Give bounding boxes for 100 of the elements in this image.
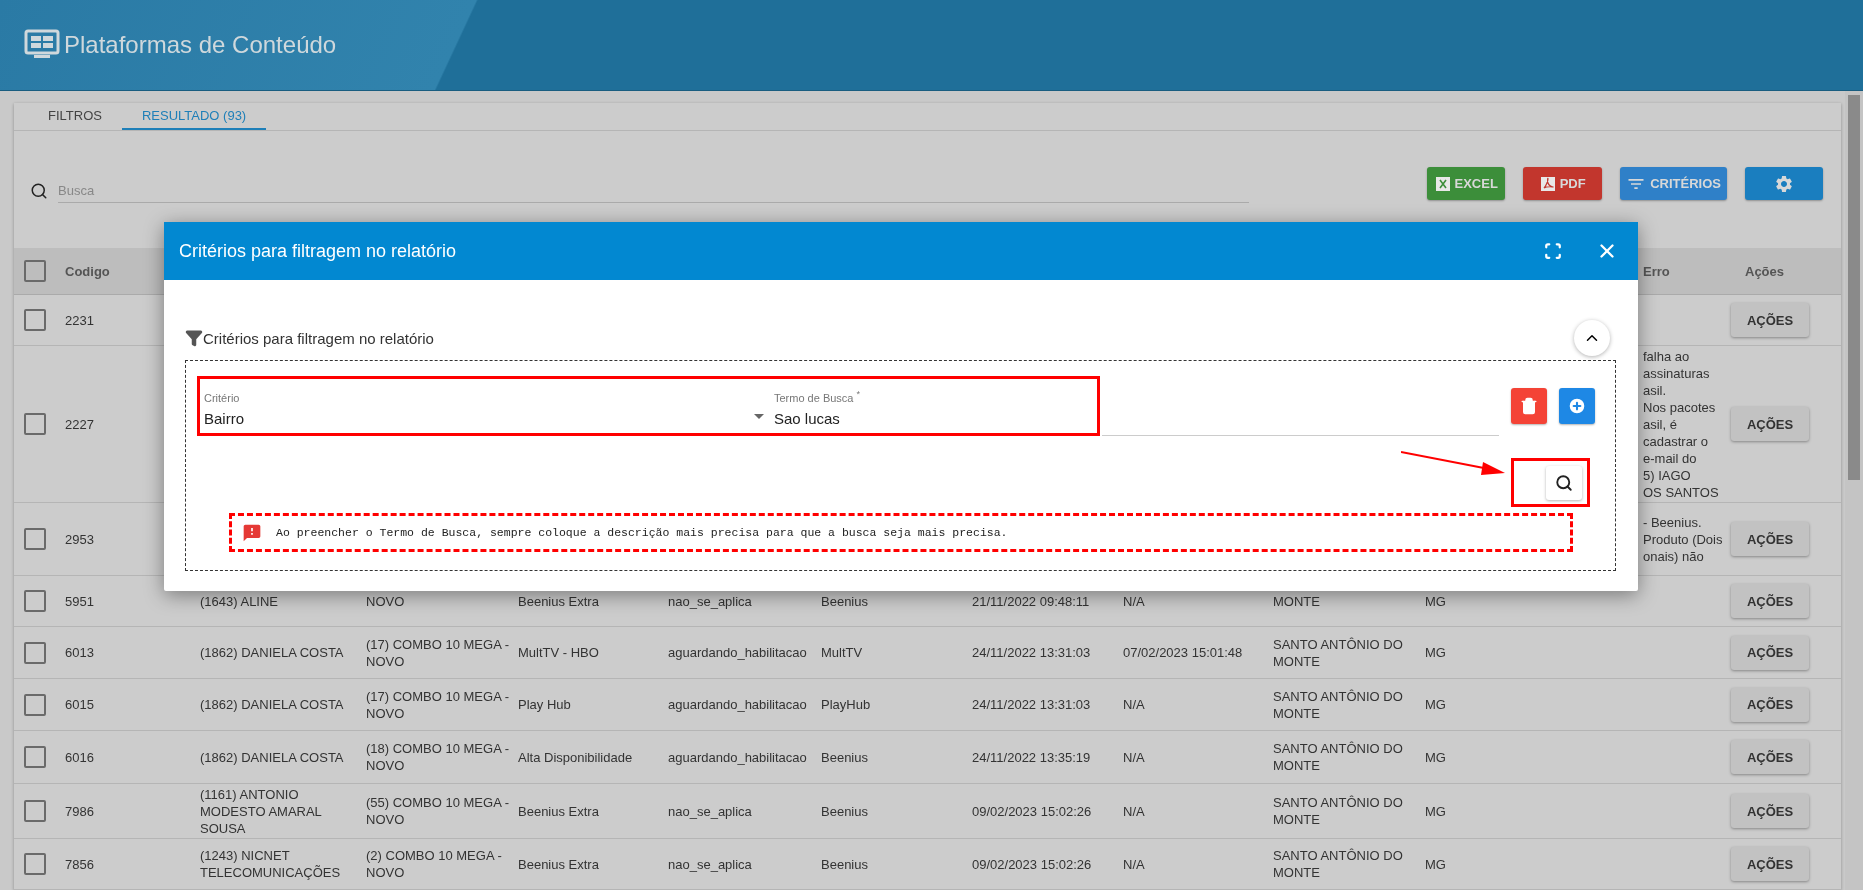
table-cell-text: SANTO ANTÔNIO DO MONTE bbox=[1273, 635, 1404, 670]
table-cell-text: 2953 bbox=[65, 530, 95, 548]
actions-button[interactable]: AÇÕES bbox=[1731, 407, 1809, 441]
table-cell-text: N/A bbox=[1123, 592, 1146, 610]
row-checkbox[interactable] bbox=[24, 590, 46, 612]
warning-message-icon bbox=[242, 522, 262, 543]
search-icon bbox=[30, 181, 48, 200]
table-cell-text: MG bbox=[1425, 696, 1447, 713]
table-cell-text: Beenius bbox=[821, 802, 869, 820]
monitor-icon bbox=[24, 29, 60, 61]
row-checkbox[interactable] bbox=[24, 746, 46, 768]
table-cell-text: nao_se_aplica bbox=[668, 592, 753, 610]
table-cell-text: (18) COMBO 10 MEGA - NOVO bbox=[366, 740, 511, 774]
dropdown-arrow-icon bbox=[754, 413, 764, 419]
add-button[interactable] bbox=[1559, 387, 1595, 424]
actions-button[interactable]: AÇÕES bbox=[1731, 635, 1809, 670]
table-cell-text: (17) COMBO 10 MEGA - NOVO bbox=[366, 635, 511, 670]
settings-icon bbox=[1774, 173, 1794, 194]
search-button[interactable] bbox=[1546, 465, 1582, 500]
table-cell-text: (1243) NICNET TELECOMUNICAÇÕES bbox=[200, 847, 342, 881]
table-cell-text: 24/11/2022 13:35:19 bbox=[972, 748, 1092, 766]
table-cell-text: (1161) ANTONIO MODESTO AMARAL SOUSA bbox=[200, 785, 323, 837]
plus-icon bbox=[1567, 395, 1587, 416]
table-cell-text: N/A bbox=[1123, 802, 1146, 820]
actions-button[interactable]: AÇÕES bbox=[1731, 740, 1809, 774]
table-cell-text: MG bbox=[1425, 748, 1447, 766]
table-cell-text: SANTO ANTÔNIO DO MONTE bbox=[1273, 847, 1404, 881]
table-cell-text: MultTV bbox=[821, 644, 864, 661]
fullscreen-button[interactable] bbox=[1544, 242, 1562, 260]
row-checkbox[interactable] bbox=[24, 309, 46, 331]
table-cell-text: 09/02/2023 15:02:26 bbox=[972, 855, 1093, 873]
table-cell-text: - Beenius. Produto (Dois onais) não bbox=[1643, 513, 1724, 565]
page-title: Plataformas de Conteúdo bbox=[64, 31, 337, 59]
pdf-button[interactable]: PDF bbox=[1523, 167, 1603, 201]
column-header: Erro bbox=[1643, 263, 1671, 279]
table-cell-text: 09/02/2023 15:02:26 bbox=[972, 802, 1093, 820]
filter-icon bbox=[185, 329, 203, 347]
table-cell-text: 7856 bbox=[65, 855, 95, 873]
table-cell-text: NOVO bbox=[366, 592, 406, 610]
criteria-select[interactable]: Critério Bairro bbox=[204, 391, 744, 427]
table-cell-text: SANTO ANTÔNIO DO MONTE bbox=[1273, 740, 1404, 774]
table-cell-text: aguardando_habilitacao bbox=[668, 748, 808, 766]
table-cell-text: 5951 bbox=[65, 592, 95, 610]
row-checkbox[interactable] bbox=[24, 413, 46, 435]
table-cell-text: aguardando_habilitacao bbox=[668, 644, 808, 661]
table-cell-text: SANTO ANTÔNIO DO MONTE bbox=[1273, 794, 1404, 828]
actions-button[interactable]: AÇÕES bbox=[1731, 847, 1809, 881]
scrollbar[interactable] bbox=[1845, 91, 1863, 890]
table-cell-text: N/A bbox=[1123, 696, 1146, 713]
column-header: Ações bbox=[1744, 263, 1786, 279]
table-cell-text: Alta Disponibilidade bbox=[518, 748, 634, 766]
table-cell-text: 7986 bbox=[65, 802, 95, 820]
search-term-field[interactable]: Termo de Busca $^{*}$ Sao lucas bbox=[774, 388, 1074, 427]
delete-button[interactable] bbox=[1511, 387, 1547, 424]
table-cell-text: Beenius bbox=[821, 748, 869, 766]
table-cell-text: Play Hub bbox=[518, 696, 572, 713]
actions-button[interactable]: AÇÕES bbox=[1731, 303, 1809, 337]
tab[interactable]: FILTROS bbox=[28, 103, 122, 131]
row-checkbox[interactable] bbox=[24, 693, 46, 716]
table-cell-text: SANTO ANTÔNIO DO MONTE bbox=[1273, 687, 1404, 722]
actions-button[interactable]: AÇÕES bbox=[1731, 584, 1809, 618]
table-cell-text: MG bbox=[1425, 592, 1447, 610]
table-cell-text: MultTV - HBO bbox=[518, 644, 600, 661]
table-cell-text: Beenius Extra bbox=[518, 855, 600, 873]
table-cell-text: N/A bbox=[1123, 855, 1146, 873]
settings-button[interactable] bbox=[1745, 167, 1823, 201]
table-cell-text: (2) COMBO 10 MEGA - NOVO bbox=[366, 847, 503, 881]
table-cell-text: nao_se_aplica bbox=[668, 855, 753, 873]
table-cell-text: 24/11/2022 13:31:03 bbox=[972, 696, 1092, 713]
row-checkbox[interactable] bbox=[24, 853, 46, 875]
table-cell-text: 21/11/2022 09:48:11 bbox=[972, 592, 1091, 610]
fullscreen-icon bbox=[1544, 242, 1562, 260]
search-field[interactable]: Busca bbox=[58, 178, 1250, 203]
notice-text: Ao preencher o Termo de Busca, sempre coloque a descrição mais precisa para que a busca seja mais precisa. bbox=[276, 526, 1008, 539]
dialog-title: Critérios para filtragem no relatório bbox=[179, 240, 458, 262]
table-cell-text: Beenius bbox=[821, 592, 869, 610]
table-cell-text: 6016 bbox=[65, 748, 95, 766]
table-cell-text: (17) COMBO 10 MEGA - NOVO bbox=[366, 687, 511, 722]
table-cell-text: MONTE bbox=[1273, 592, 1321, 610]
actions-button[interactable]: AÇÕES bbox=[1731, 687, 1809, 722]
table-cell-text: MG bbox=[1425, 644, 1447, 661]
trash-icon bbox=[1520, 396, 1538, 415]
table-cell-text: 07/02/2023 15:01:48 bbox=[1123, 644, 1244, 661]
table-cell-text: falha ao assinaturas asil. Nos pacotes asil, é cadastrar o e-mail do 5) IAGO OS SANTOS bbox=[1643, 347, 1720, 501]
row-checkbox[interactable] bbox=[24, 641, 46, 664]
pdf-icon bbox=[1539, 175, 1556, 192]
table-cell-text: Beenius Extra bbox=[518, 592, 600, 610]
table-cell-text: PlayHub bbox=[821, 696, 872, 713]
actions-button[interactable]: AÇÕES bbox=[1731, 794, 1809, 828]
table-cell-text: N/A bbox=[1123, 748, 1146, 766]
row-checkbox[interactable] bbox=[24, 800, 46, 822]
row-checkbox[interactable] bbox=[24, 528, 46, 550]
collapse-button[interactable] bbox=[1574, 320, 1610, 356]
table-cell-text: 2227 bbox=[65, 415, 95, 433]
search-icon bbox=[1555, 473, 1573, 492]
select-all-checkbox[interactable] bbox=[24, 260, 46, 282]
table-cell-text: 24/11/2022 13:31:03 bbox=[972, 644, 1092, 661]
column-header: Codigo bbox=[65, 263, 111, 279]
spreadsheet-icon bbox=[1434, 175, 1451, 192]
actions-button[interactable]: AÇÕES bbox=[1731, 522, 1809, 556]
